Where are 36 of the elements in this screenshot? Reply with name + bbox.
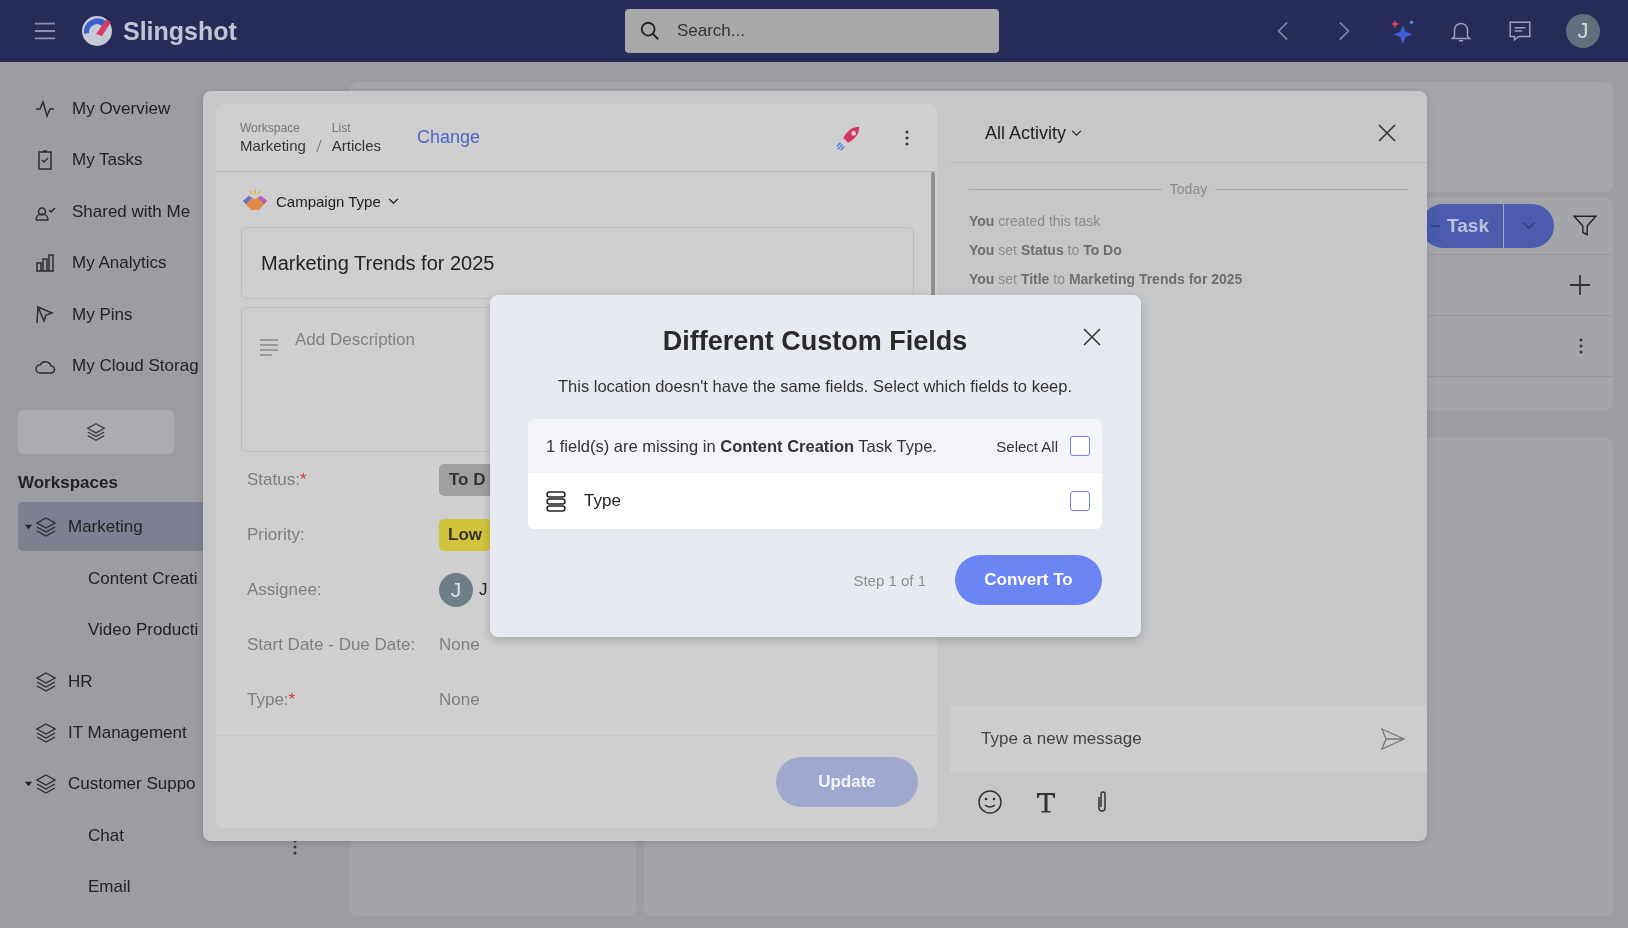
breadcrumb-label: Workspace <box>240 121 301 135</box>
convert-button[interactable]: Convert To <box>955 555 1102 605</box>
brand-name: Slingshot <box>123 16 237 46</box>
select-all-label: Select All <box>996 437 1058 455</box>
dialog-title: Different Custom Fields <box>662 325 968 357</box>
step-indicator: Step 1 of 1 <box>853 571 926 589</box>
assignee-name[interactable]: J <box>479 579 488 600</box>
activity-entry: You created this task <box>969 213 1102 229</box>
assignee-avatar: J <box>439 572 473 607</box>
message-field[interactable]: Type a new message <box>950 706 1427 772</box>
list-item[interactable]: Email <box>0 861 330 912</box>
field-label: Priority: <box>247 524 305 544</box>
required-mark: * <box>299 469 307 489</box>
date-divider: Today <box>1169 181 1208 197</box>
field-label: Type: <box>247 689 289 709</box>
field-name: Type <box>584 491 621 511</box>
required-mark: * <box>288 689 296 709</box>
priority-badge[interactable]: Low <box>439 518 491 551</box>
missing-fields-text: 1 field(s) are missing in Content Creation Task Type. <box>546 436 937 456</box>
field-label: Status: <box>247 469 300 489</box>
field-label: Start Date - Due Date: <box>247 634 416 654</box>
activity-entry: You set Title to Marketing Trends for 2025 <box>969 271 1244 287</box>
activity-entry: You set Status to To Do <box>969 242 1123 258</box>
task-type-dropdown[interactable]: Campaign Type <box>241 186 912 216</box>
activity-filter-dropdown[interactable]: All Activity <box>985 122 1083 144</box>
workspace-item[interactable]: IT Management <box>18 708 330 757</box>
user-avatar[interactable]: J <box>1566 14 1600 48</box>
field-label: Assignee: <box>247 579 322 599</box>
breadcrumb-link[interactable]: Articles <box>331 137 382 154</box>
section-title: Workspaces <box>18 472 118 494</box>
breadcrumb-link[interactable]: Marketing <box>240 137 306 154</box>
search-field[interactable]: Search... <box>624 9 999 53</box>
workspace-item[interactable]: Customer Suppo <box>18 759 330 808</box>
breadcrumb-label: List <box>331 121 352 135</box>
change-link[interactable]: Change <box>417 127 481 148</box>
dialog-message: This location doesn't have the same fields. Select which fields to keep. <box>557 377 1073 396</box>
